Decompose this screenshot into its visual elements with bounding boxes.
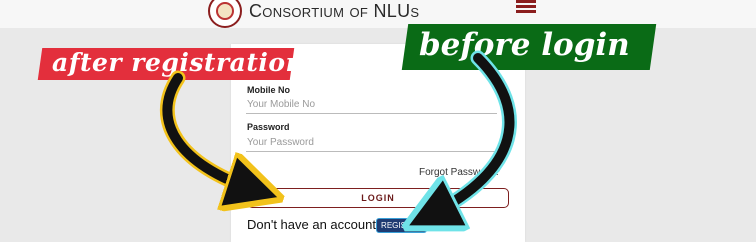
annotation-arrows xyxy=(160,50,517,242)
